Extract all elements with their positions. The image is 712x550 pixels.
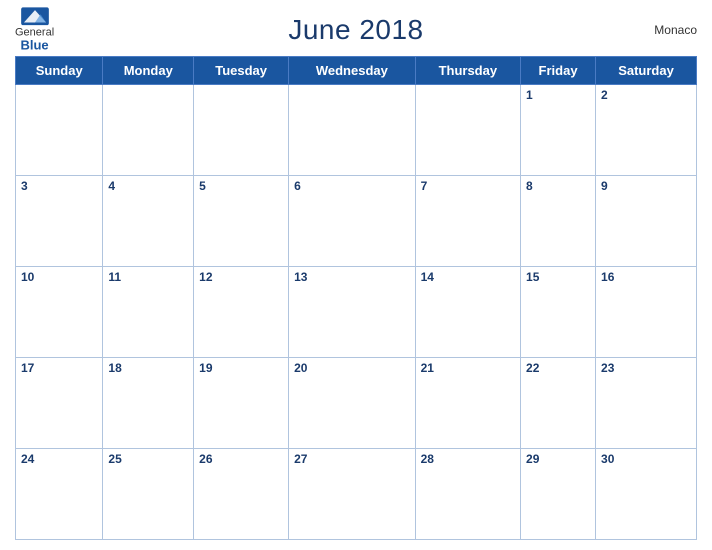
calendar-cell: 12 <box>194 267 289 358</box>
date-number: 7 <box>421 179 428 193</box>
calendar-cell: 18 <box>103 358 194 449</box>
date-number: 23 <box>601 361 614 375</box>
calendar-cell: 28 <box>415 449 520 540</box>
date-number: 2 <box>601 88 608 102</box>
calendar-cell: 30 <box>596 449 697 540</box>
weekday-header-tuesday: Tuesday <box>194 57 289 85</box>
calendar-cell: 7 <box>415 176 520 267</box>
date-number: 27 <box>294 452 307 466</box>
calendar-cell <box>16 85 103 176</box>
calendar-week-2: 3 4 5 6 7 8 9 <box>16 176 697 267</box>
calendar-week-5: 24 25 26 27 28 29 30 <box>16 449 697 540</box>
date-number: 12 <box>199 270 212 284</box>
calendar-cell: 13 <box>289 267 416 358</box>
calendar-cell: 19 <box>194 358 289 449</box>
calendar-cell: 17 <box>16 358 103 449</box>
calendar-cell <box>103 85 194 176</box>
date-number: 21 <box>421 361 434 375</box>
calendar-cell: 3 <box>16 176 103 267</box>
date-number: 24 <box>21 452 34 466</box>
date-number: 16 <box>601 270 614 284</box>
calendar-cell: 11 <box>103 267 194 358</box>
calendar-cell: 26 <box>194 449 289 540</box>
date-number: 19 <box>199 361 212 375</box>
calendar-cell: 25 <box>103 449 194 540</box>
date-number: 25 <box>108 452 121 466</box>
calendar-cell: 6 <box>289 176 416 267</box>
calendar-week-3: 10 11 12 13 14 15 16 <box>16 267 697 358</box>
date-number: 1 <box>526 88 533 102</box>
weekday-header-monday: Monday <box>103 57 194 85</box>
calendar-cell: 10 <box>16 267 103 358</box>
calendar-cell: 16 <box>596 267 697 358</box>
calendar-cell: 2 <box>596 85 697 176</box>
weekday-header-saturday: Saturday <box>596 57 697 85</box>
calendar-header-row: SundayMondayTuesdayWednesdayThursdayFrid… <box>16 57 697 85</box>
calendar-cell: 14 <box>415 267 520 358</box>
date-number: 26 <box>199 452 212 466</box>
date-number: 29 <box>526 452 539 466</box>
calendar-cell: 29 <box>521 449 596 540</box>
calendar-table: SundayMondayTuesdayWednesdayThursdayFrid… <box>15 56 697 540</box>
calendar-cell: 15 <box>521 267 596 358</box>
calendar-body: 1234567891011121314151617181920212223242… <box>16 85 697 540</box>
calendar-cell <box>194 85 289 176</box>
logo-icon <box>21 7 49 25</box>
calendar-cell: 20 <box>289 358 416 449</box>
calendar-cell: 24 <box>16 449 103 540</box>
calendar-header: General Blue June 2018 Monaco <box>15 10 697 50</box>
date-number: 20 <box>294 361 307 375</box>
weekday-header-friday: Friday <box>521 57 596 85</box>
country-label: Monaco <box>654 23 697 37</box>
date-number: 5 <box>199 179 206 193</box>
calendar-week-4: 17 18 19 20 21 22 23 <box>16 358 697 449</box>
calendar-week-1: 12 <box>16 85 697 176</box>
calendar-cell: 9 <box>596 176 697 267</box>
calendar-cell: 8 <box>521 176 596 267</box>
calendar-cell <box>415 85 520 176</box>
date-number: 9 <box>601 179 608 193</box>
calendar-cell: 5 <box>194 176 289 267</box>
date-number: 15 <box>526 270 539 284</box>
date-number: 18 <box>108 361 121 375</box>
date-number: 4 <box>108 179 115 193</box>
date-number: 30 <box>601 452 614 466</box>
weekday-header-wednesday: Wednesday <box>289 57 416 85</box>
calendar-cell: 23 <box>596 358 697 449</box>
date-number: 13 <box>294 270 307 284</box>
date-number: 11 <box>108 270 121 284</box>
date-number: 8 <box>526 179 533 193</box>
calendar-cell: 1 <box>521 85 596 176</box>
date-number: 6 <box>294 179 301 193</box>
weekday-header-sunday: Sunday <box>16 57 103 85</box>
logo-blue-text: Blue <box>20 38 48 52</box>
calendar-cell: 4 <box>103 176 194 267</box>
date-number: 28 <box>421 452 434 466</box>
date-number: 10 <box>21 270 34 284</box>
date-number: 14 <box>421 270 434 284</box>
weekday-header-thursday: Thursday <box>415 57 520 85</box>
logo: General Blue <box>15 7 54 52</box>
date-number: 17 <box>21 361 34 375</box>
calendar-cell: 27 <box>289 449 416 540</box>
calendar-cell: 21 <box>415 358 520 449</box>
date-number: 3 <box>21 179 28 193</box>
date-number: 22 <box>526 361 539 375</box>
calendar-cell <box>289 85 416 176</box>
calendar-cell: 22 <box>521 358 596 449</box>
calendar-title: June 2018 <box>288 14 423 46</box>
